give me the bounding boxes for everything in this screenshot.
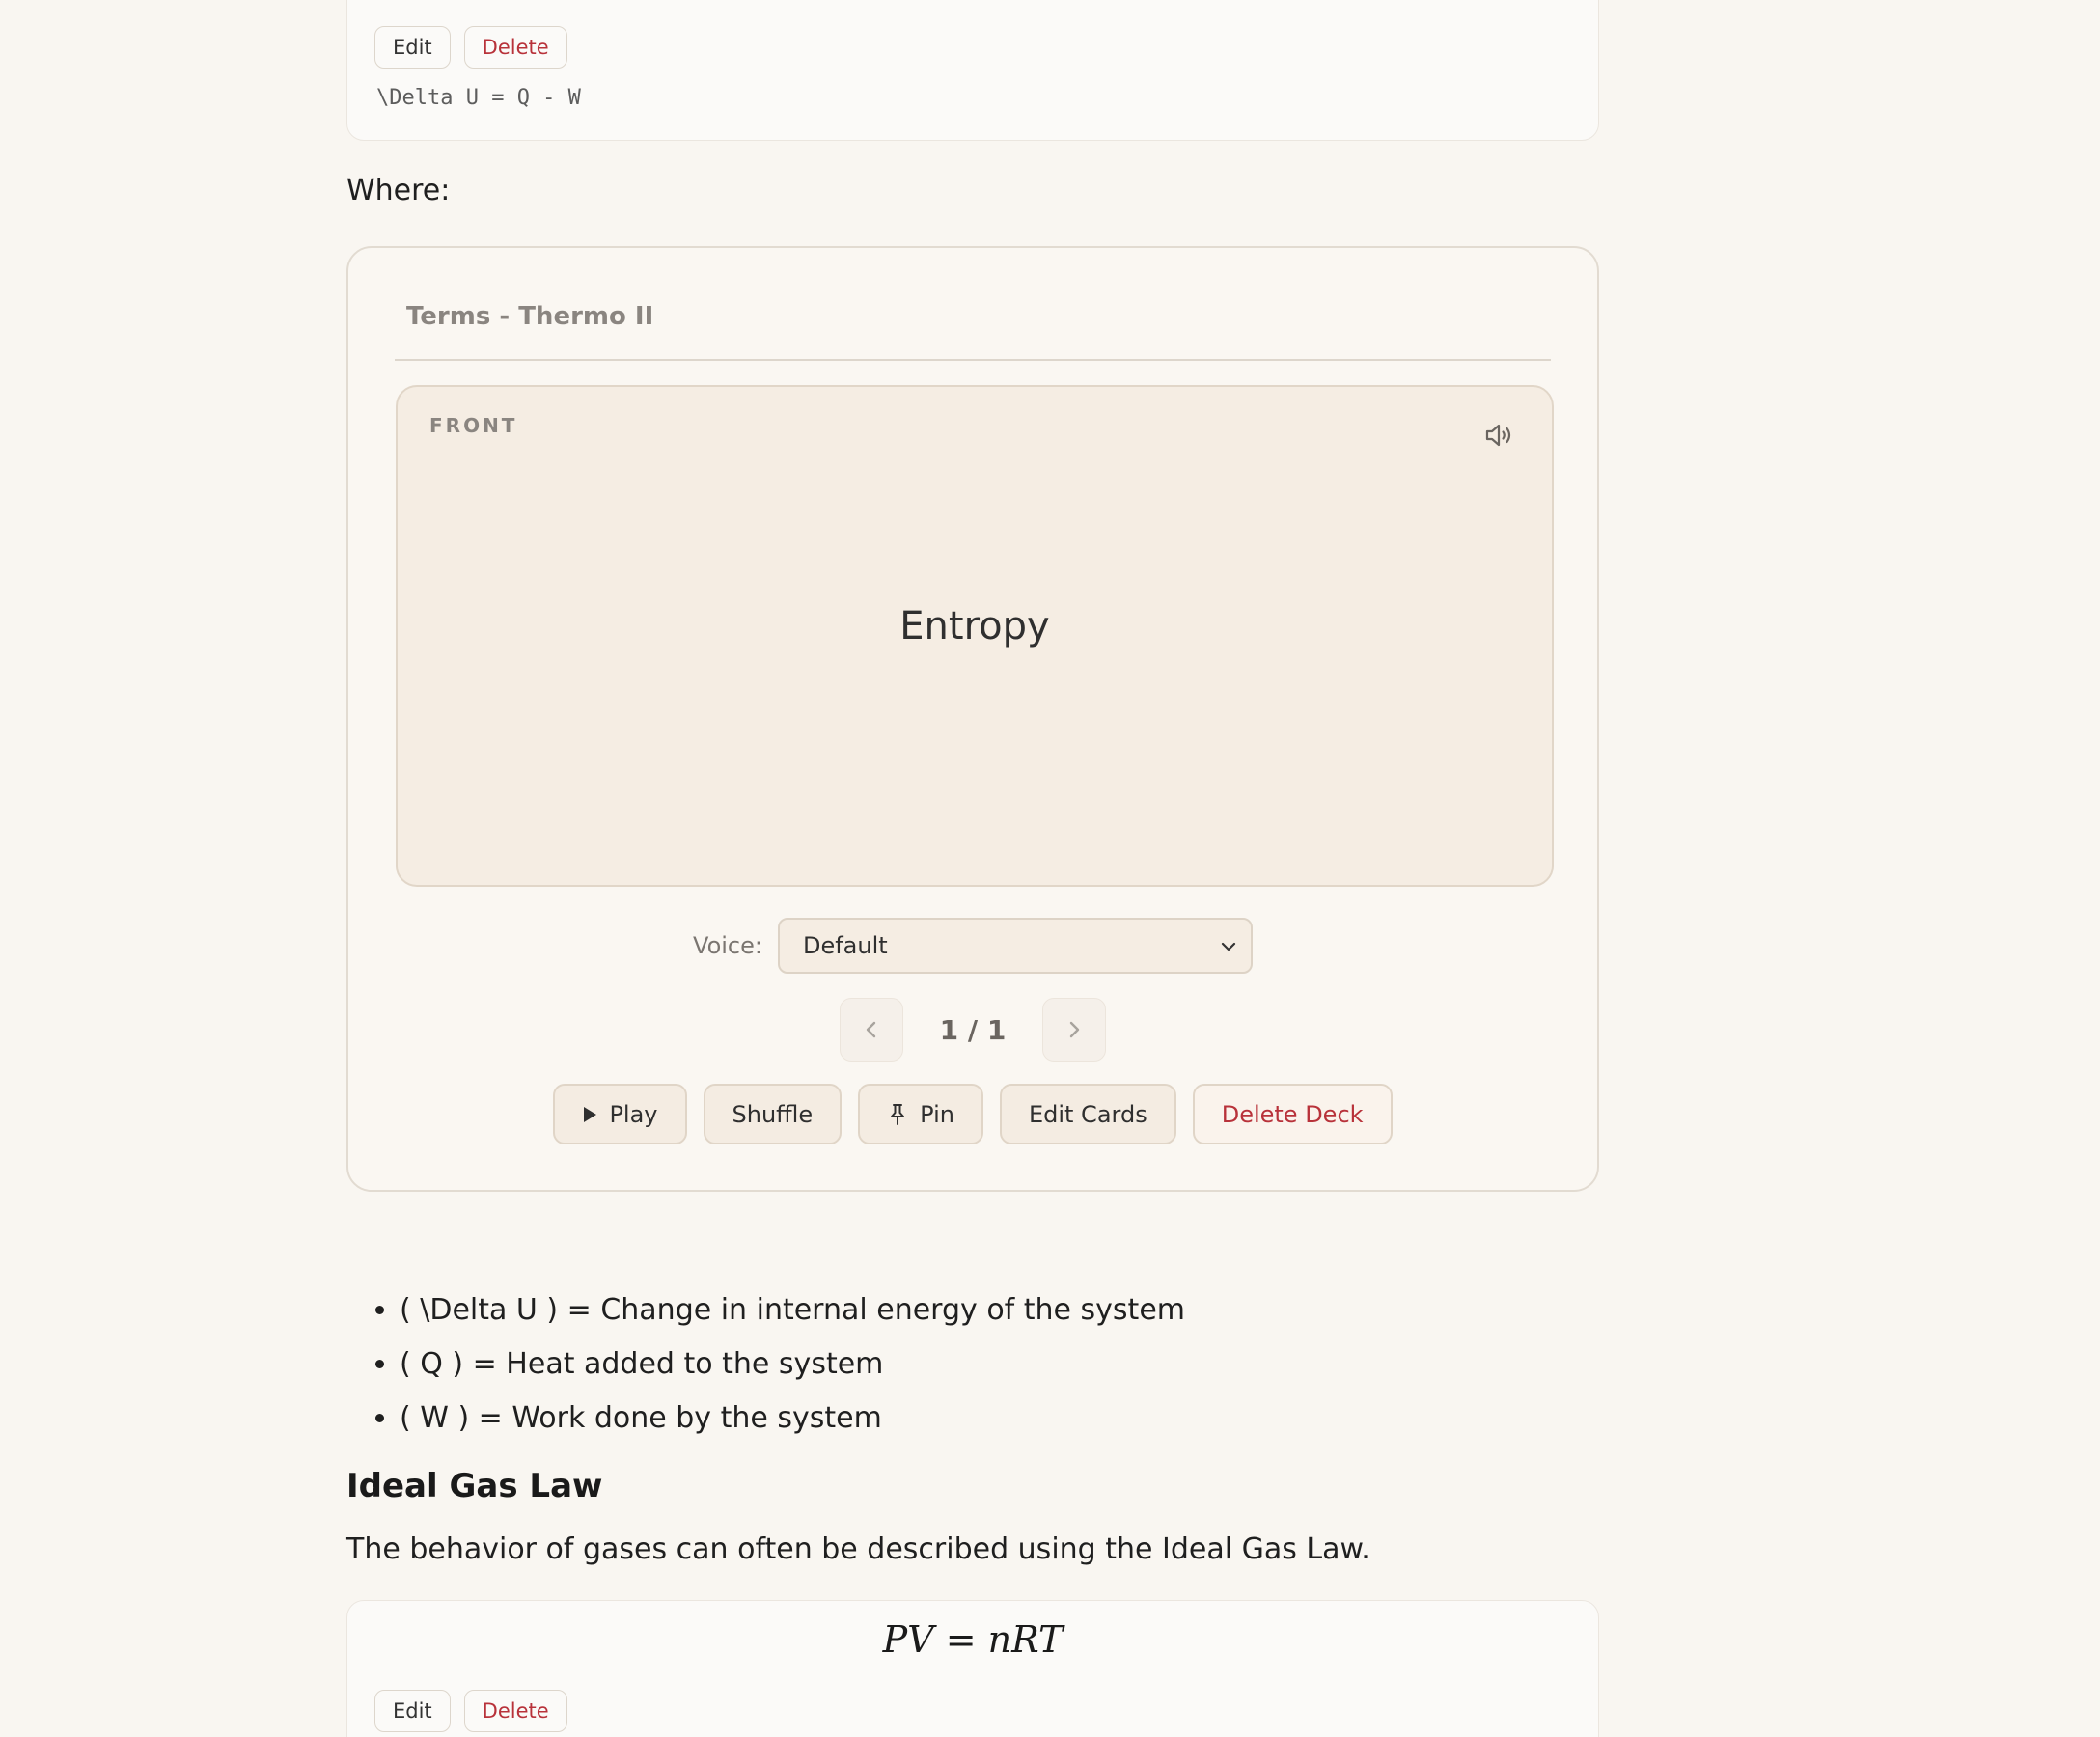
pin-label: Pin <box>920 1100 954 1128</box>
voice-label: Voice: <box>693 932 762 959</box>
delete-deck-button[interactable]: Delete Deck <box>1192 1084 1393 1144</box>
delete-formula-button[interactable]: Delete <box>463 26 567 69</box>
formula-actions: Edit Delete <box>374 1690 567 1732</box>
chevron-down-icon <box>1218 936 1239 963</box>
delete-deck-label: Delete Deck <box>1221 1100 1364 1128</box>
latex-source: \Delta U = Q - W <box>376 86 581 110</box>
where-text: Where: <box>346 174 451 207</box>
list-item: ( Q ) = Heat added to the system <box>400 1337 1185 1392</box>
edit-formula-button[interactable]: Edit <box>374 26 451 69</box>
voice-row: Voice: Default <box>348 918 1597 974</box>
edit-formula-button[interactable]: Edit <box>374 1690 451 1732</box>
card-counter: 1 / 1 <box>939 1013 1007 1046</box>
card-pager: 1 / 1 <box>348 998 1597 1062</box>
formula-block-first-law: Edit Delete \Delta U = Q - W <box>346 0 1599 141</box>
voice-select[interactable]: Default <box>777 918 1253 974</box>
edit-cards-button[interactable]: Edit Cards <box>999 1084 1176 1144</box>
section-heading-ideal-gas-law: Ideal Gas Law <box>346 1467 603 1505</box>
deck-divider <box>395 359 1551 361</box>
page: Edit Delete \Delta U = Q - W Where: Term… <box>0 0 2100 1737</box>
card-side-label: FRONT <box>429 414 518 437</box>
deck-actions: Play Shuffle Pin Edit Cards Delete Deck <box>348 1084 1597 1144</box>
flashcard-deck: Terms - Thermo II FRONT Entropy Voice: D… <box>346 246 1599 1192</box>
edit-cards-label: Edit Cards <box>1028 1100 1147 1128</box>
voice-selected-value: Default <box>802 932 888 959</box>
play-button[interactable]: Play <box>553 1084 687 1144</box>
play-icon <box>582 1106 597 1123</box>
deck-title: Terms - Thermo II <box>406 302 654 331</box>
flashcard[interactable]: FRONT Entropy <box>396 385 1554 887</box>
rendered-formula: PV = nRT <box>882 1618 1064 1661</box>
speaker-icon[interactable] <box>1480 416 1519 455</box>
play-label: Play <box>609 1100 658 1128</box>
next-card-button[interactable] <box>1042 998 1107 1062</box>
ideal-gas-paragraph: The behavior of gases can often be descr… <box>346 1532 1370 1566</box>
previous-card-button[interactable] <box>839 998 903 1062</box>
pin-button[interactable]: Pin <box>858 1084 983 1144</box>
formula-block-ideal-gas: PV = nRT Edit Delete <box>346 1600 1599 1737</box>
shuffle-button[interactable]: Shuffle <box>703 1084 843 1144</box>
delete-formula-button[interactable]: Delete <box>463 1690 567 1732</box>
list-item: ( \Delta U ) = Change in internal energy… <box>400 1283 1185 1337</box>
shuffle-label: Shuffle <box>732 1100 814 1128</box>
list-item: ( W ) = Work done by the system <box>400 1392 1185 1446</box>
formula-actions: Edit Delete <box>374 26 567 69</box>
definition-list: ( \Delta U ) = Change in internal energy… <box>371 1283 1185 1446</box>
pin-icon <box>887 1103 908 1126</box>
card-term: Entropy <box>899 604 1050 648</box>
chevron-right-icon <box>1070 1021 1080 1038</box>
chevron-left-icon <box>866 1021 875 1038</box>
